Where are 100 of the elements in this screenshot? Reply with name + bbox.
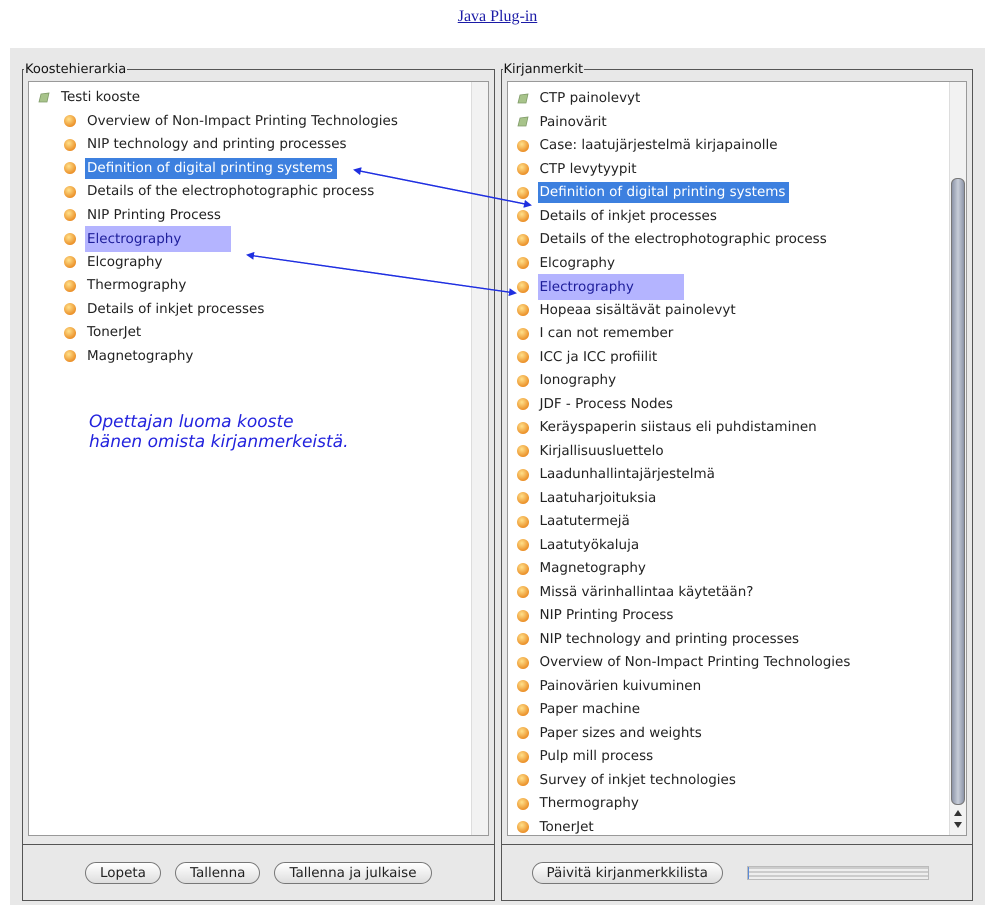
tree-item[interactable]: Keräyspaperin siistaus eli puhdistaminen (538, 417, 821, 438)
ball-icon (516, 138, 530, 153)
tree-item[interactable]: Painovärit (538, 112, 611, 133)
ball-icon (516, 162, 530, 176)
tree-item[interactable]: Overview of Non-Impact Printing Technologies (85, 110, 402, 132)
ball-icon (516, 280, 530, 294)
tree-item[interactable]: Elcography (538, 252, 619, 274)
tree-item[interactable]: Laadunhallintajärjestelmä (538, 464, 719, 486)
ball-icon (516, 186, 530, 200)
ball-icon (516, 468, 530, 482)
action-button[interactable]: Lopeta (84, 862, 161, 884)
tree-item[interactable]: Details of the electrophotographic process (538, 229, 831, 250)
scrollbar[interactable] (949, 82, 966, 835)
tree-item[interactable]: CTP painolevyt (538, 88, 644, 110)
ball-icon (63, 138, 77, 152)
tree-item[interactable]: Electrography (538, 274, 684, 300)
tree-item[interactable]: Details of inkjet processes (538, 206, 721, 227)
ball-icon (516, 702, 530, 717)
ball-icon (516, 303, 530, 318)
ball-icon (63, 326, 77, 340)
ball-icon (516, 820, 530, 834)
ball-icon (516, 256, 530, 270)
ball-icon (516, 397, 530, 412)
ball-icon (63, 302, 77, 316)
scroll-up-icon[interactable] (953, 809, 963, 817)
tree-item[interactable]: NIP Printing Process (538, 605, 678, 626)
action-button[interactable]: Tallenna ja julkaise (274, 862, 432, 884)
ball-icon (516, 420, 530, 435)
ball-icon (516, 750, 530, 764)
tree-item[interactable]: Case: laatujärjestelmä kirjapainolle (538, 135, 782, 156)
ball-icon (516, 608, 530, 623)
tree-item[interactable]: Laatutyökaluja (538, 534, 644, 556)
tree-item[interactable]: Magnetography (538, 558, 650, 580)
ball-icon (516, 514, 530, 529)
ball-icon (63, 255, 77, 270)
ball-icon (516, 562, 530, 576)
ball-icon (516, 350, 530, 364)
tree-item[interactable]: TonerJet (85, 322, 146, 344)
folder-icon (516, 92, 530, 106)
ball-icon (516, 679, 530, 694)
tree-item[interactable]: NIP technology and printing processes (538, 628, 804, 650)
tree-item[interactable]: Thermography (538, 793, 643, 814)
ball-icon (63, 161, 77, 176)
tree-item[interactable]: NIP technology and printing processes (85, 134, 351, 156)
tree-item[interactable]: NIP Printing Process (85, 204, 225, 226)
tree-item[interactable]: Paper sizes and weights (538, 722, 706, 744)
tree-item[interactable]: Kirjallisuusluettelo (538, 440, 668, 462)
ball-icon (516, 209, 530, 224)
action-button[interactable]: Päivitä kirjanmerkkilista (532, 862, 723, 884)
tree-item[interactable]: Paper machine (538, 699, 644, 720)
tree-item[interactable]: Pulp mill process (538, 746, 658, 768)
ball-icon (63, 208, 77, 222)
ball-icon (516, 538, 530, 552)
ball-icon (516, 326, 530, 341)
ball-icon (516, 491, 530, 506)
ball-icon (516, 796, 530, 811)
tree-item[interactable]: Thermography (85, 275, 190, 296)
folder-icon (37, 90, 51, 105)
tree-item[interactable]: Electrography (85, 226, 232, 252)
tree-item[interactable]: Elcography (85, 252, 166, 273)
ball-icon (516, 444, 530, 458)
annotation-text: Opettajan luoma kooste hänen omista kirjanmerkeistä. (89, 412, 350, 452)
group-title: Kirjanmerkit (502, 62, 584, 77)
java-plugin-link[interactable]: Java Plug-in (458, 8, 538, 25)
ball-icon (516, 773, 530, 788)
group-title: Koostehierarkia (24, 62, 128, 77)
tree-item[interactable]: Hopeaa sisältävät painolevyt (538, 300, 740, 321)
tree-item[interactable]: Laatutermejä (538, 511, 634, 532)
ball-icon (516, 656, 530, 670)
ball-icon (63, 349, 77, 364)
tree-item[interactable]: Overview of Non-Impact Printing Technologies (538, 652, 854, 674)
tree-item[interactable]: I can not remember (538, 323, 678, 344)
ball-icon (516, 232, 530, 247)
ball-icon (516, 374, 530, 388)
ball-icon (63, 278, 77, 293)
tree-item[interactable]: Details of the electrophotographic process (85, 181, 378, 202)
tree-item[interactable]: Testi kooste (59, 87, 144, 108)
tree-item[interactable]: Magnetography (85, 346, 198, 367)
ball-icon (516, 585, 530, 600)
ball-icon (63, 184, 77, 199)
tree-item[interactable]: Ionography (538, 370, 620, 392)
tree-item[interactable]: Details of inkjet processes (85, 298, 268, 320)
scroll-down-icon[interactable] (953, 821, 963, 829)
folder-icon (516, 115, 530, 130)
tree-item[interactable]: CTP levytyypit (538, 158, 641, 180)
action-button[interactable]: Tallenna (174, 862, 260, 884)
tree-item[interactable]: JDF - Process Nodes (538, 394, 677, 415)
tree-item[interactable]: Laatuharjoituksia (538, 488, 660, 509)
tree-item[interactable]: Definition of digital printing systems (85, 158, 337, 179)
tree-item[interactable]: Definition of digital printing systems (538, 182, 790, 204)
ball-icon (516, 726, 530, 740)
tree-item[interactable]: ICC ja ICC profiilit (538, 346, 662, 368)
tree-item[interactable]: Survey of inkjet technologies (538, 770, 740, 791)
scrollbar-thumb[interactable] (951, 178, 965, 805)
tree-item[interactable]: Missä värinhallintaa käytetään? (538, 582, 758, 603)
tree-item[interactable]: TonerJet (538, 816, 598, 835)
ball-icon (63, 114, 77, 128)
ball-icon (516, 632, 530, 646)
tree-item[interactable]: Painovärien kuivuminen (538, 676, 706, 697)
ball-icon (63, 232, 77, 246)
